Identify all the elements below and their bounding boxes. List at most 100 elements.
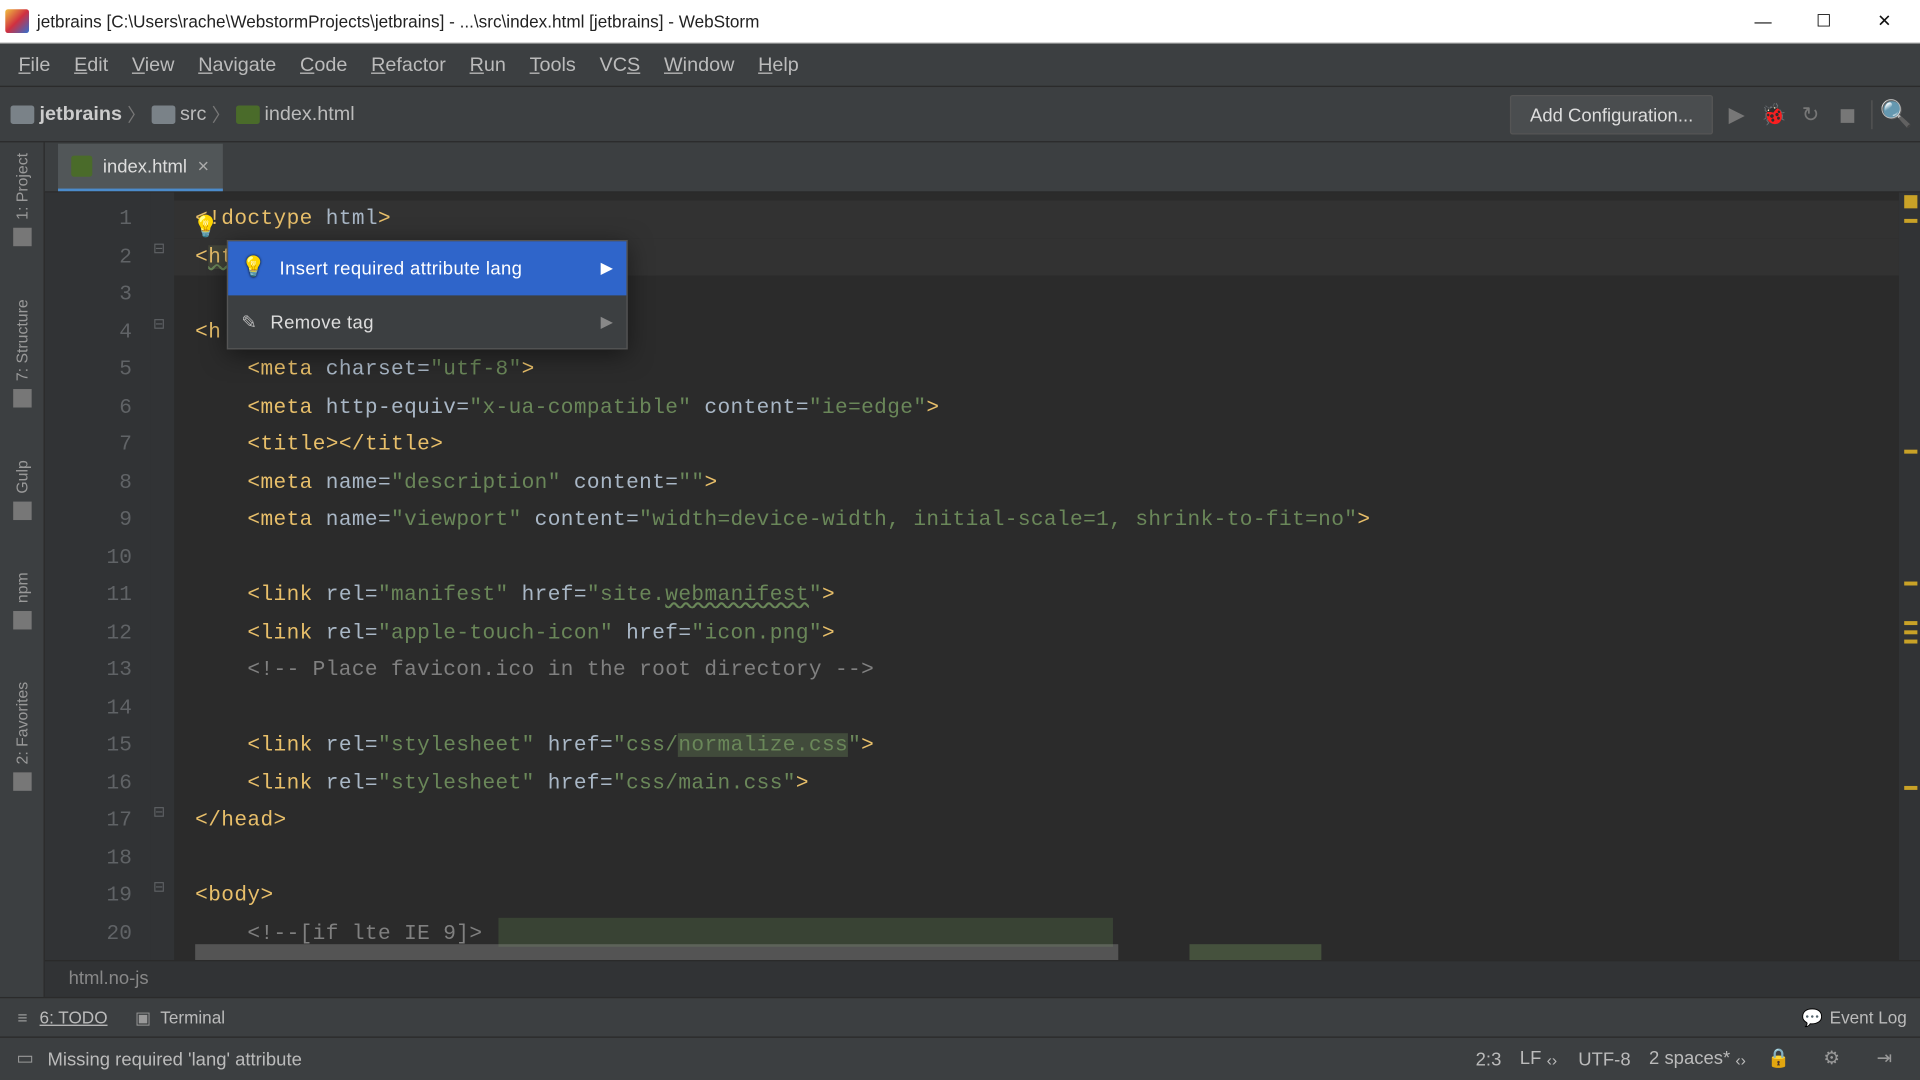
window-controls: — ☐ ✕ (1733, 0, 1915, 42)
npm-icon (13, 611, 31, 629)
menu-view[interactable]: View (121, 48, 185, 81)
star-icon (13, 773, 31, 791)
menu-window[interactable]: Window (653, 48, 744, 81)
menu-edit[interactable]: Edit (64, 48, 119, 81)
line-number: 12 (45, 614, 140, 652)
toolwindow-terminal[interactable]: ▣Terminal (134, 1007, 225, 1027)
speech-icon: 💬 (1803, 1008, 1821, 1026)
warning-marker-icon (1904, 195, 1917, 208)
code-line: <link rel="apple-touch-icon" href="icon.… (174, 614, 1899, 652)
file-encoding[interactable]: UTF-8 (1578, 1048, 1630, 1069)
line-number: 8 (45, 464, 140, 502)
warning-marker-icon (1904, 786, 1917, 790)
intention-menu: 💡 Insert required attribute lang ▶ ✎ Rem… (227, 240, 628, 349)
fold-marker-icon[interactable]: ⊟ (153, 240, 165, 257)
line-number: 6 (45, 388, 140, 426)
minimize-button[interactable]: — (1733, 0, 1794, 42)
maximize-button[interactable]: ☐ (1793, 0, 1854, 42)
warning-marker-icon (1904, 219, 1917, 223)
code-line: <link rel="manifest" href="site.webmanif… (174, 576, 1899, 614)
intention-item-label: Remove tag (270, 303, 373, 341)
debug-icon[interactable]: 🐞 (1760, 101, 1786, 127)
code-line (174, 689, 1899, 727)
tool-gulp[interactable]: Gulp (13, 460, 31, 520)
breadcrumb-item[interactable]: jetbrains (40, 103, 122, 125)
editor-breadcrumb[interactable]: html.no-js (45, 960, 1920, 997)
code-line: <!-- Place favicon.ico in the root direc… (174, 651, 1899, 689)
chevron-right-icon: ▶ (601, 249, 614, 287)
tool-structure[interactable]: 7: Structure (13, 299, 31, 407)
chevron-right-icon: ▶ (601, 303, 614, 341)
code-line: 💡<!doctype html> (174, 200, 1899, 238)
breadcrumb-item[interactable]: src (180, 103, 206, 125)
code-line (174, 839, 1899, 877)
caret-position[interactable]: 2:3 (1476, 1048, 1502, 1069)
search-icon[interactable]: 🔍 (1883, 101, 1909, 127)
warning-marker-icon (1904, 640, 1917, 644)
warning-marker-icon (1904, 621, 1917, 625)
intention-item-remove-tag[interactable]: ✎ Remove tag ▶ (228, 295, 626, 348)
line-separator[interactable]: LF‹› (1520, 1048, 1560, 1069)
menu-tools[interactable]: Tools (519, 48, 586, 81)
fold-marker-icon[interactable]: ⊟ (153, 315, 165, 332)
nav-toolbar: jetbrains 〉 src 〉 index.html Add Configu… (0, 87, 1920, 142)
indent-setting[interactable]: 2 spaces*‹› (1649, 1048, 1749, 1069)
menu-code[interactable]: Code (289, 48, 357, 81)
editor-body[interactable]: 1💡 2 3 4 5 6 7 8 9 10 11 12 13 14 15 16 … (45, 193, 1920, 960)
code-line: </head> (174, 802, 1899, 840)
editor-tab-label: index.html (103, 156, 187, 177)
toolwindow-event-log[interactable]: 💬Event Log (1803, 1007, 1907, 1027)
code-line: <meta name="description" content=""> (174, 464, 1899, 502)
line-number: 7 (45, 426, 140, 464)
menu-navigate[interactable]: Navigate (188, 48, 287, 81)
folder-icon (151, 105, 175, 123)
add-configuration-button[interactable]: Add Configuration... (1510, 94, 1713, 134)
status-window-icon[interactable]: ▭ (13, 1046, 37, 1070)
exit-icon[interactable]: ⇥ (1873, 1046, 1897, 1070)
menu-help[interactable]: Help (748, 48, 810, 81)
menu-refactor[interactable]: Refactor (361, 48, 457, 81)
code-line: <meta charset="utf-8"> (174, 351, 1899, 389)
horizontal-scrollbar[interactable] (174, 944, 1899, 960)
menu-run[interactable]: Run (459, 48, 516, 81)
line-number: 4 (45, 313, 140, 351)
edit-icon: ✎ (241, 303, 257, 341)
tool-project[interactable]: 1: Project (13, 153, 31, 246)
menu-vcs[interactable]: VCS (589, 48, 651, 81)
run-icon[interactable]: ▶ (1724, 101, 1750, 127)
fold-marker-icon[interactable]: ⊟ (153, 803, 165, 820)
toolwindow-todo[interactable]: ≡6: TODO (13, 1007, 107, 1027)
stop-icon[interactable]: ◼ (1834, 101, 1860, 127)
menu-file[interactable]: File (8, 48, 61, 81)
error-stripe[interactable] (1899, 193, 1920, 960)
line-number: 15 (45, 727, 140, 765)
tool-npm[interactable]: npm (13, 572, 31, 629)
line-number: 11 (45, 576, 140, 614)
tool-favorites[interactable]: 2: Favorites (13, 682, 31, 791)
status-message: Missing required 'lang' attribute (47, 1048, 1475, 1069)
fold-marker-icon[interactable]: ⊟ (153, 878, 165, 895)
code-panel[interactable]: 💡<!doctype html> <html class="no-js"> <h… (174, 193, 1899, 960)
chevron-right-icon: 〉 (127, 101, 145, 127)
statusbar: ▭ Missing required 'lang' attribute 2:3 … (0, 1036, 1920, 1078)
window-title: jetbrains [C:\Users\rache\WebstormProjec… (37, 11, 1733, 31)
rerun-icon[interactable]: ↻ (1797, 101, 1823, 127)
inspect-icon[interactable]: ⚙ (1820, 1046, 1844, 1070)
line-number: 18 (45, 839, 140, 877)
line-number: 19 (45, 877, 140, 915)
intention-item-insert-lang[interactable]: 💡 Insert required attribute lang ▶ (228, 241, 626, 294)
line-number: 17 (45, 802, 140, 840)
line-number: 9 (45, 501, 140, 539)
breadcrumb-item[interactable]: index.html (264, 103, 354, 125)
bottom-toolwindow-bar: ≡6: TODO ▣Terminal 💬Event Log (0, 997, 1920, 1037)
terminal-icon: ▣ (134, 1008, 152, 1026)
lock-icon[interactable]: 🔒 (1767, 1046, 1791, 1070)
html-file-icon (235, 105, 259, 123)
code-line: <link rel="stylesheet" href="css/normali… (174, 727, 1899, 765)
close-icon[interactable]: × (198, 155, 210, 177)
close-button[interactable]: ✕ (1854, 0, 1915, 42)
code-line: <body> (174, 877, 1899, 915)
line-number: 2 (45, 238, 140, 276)
editor-tab-index[interactable]: index.html × (58, 144, 222, 191)
chevron-right-icon: 〉 (212, 101, 230, 127)
